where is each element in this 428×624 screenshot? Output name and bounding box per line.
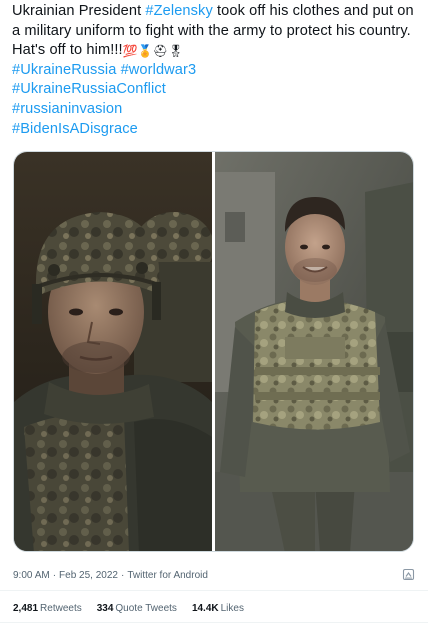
hashtag-link-ukrainerussiaconflict[interactable]: #UkraineRussiaConflict (12, 80, 420, 100)
tweet-source[interactable]: Twitter for Android (127, 570, 208, 581)
photo-zelensky-body-armor-image (214, 152, 413, 551)
photo-zelensky-helmet[interactable] (14, 152, 213, 551)
stat-count: 2,481 (13, 602, 39, 614)
hashtag-link-russianinvasion[interactable]: #russianinvasion (12, 100, 420, 120)
tweet-text: Ukrainian President #Zelensky took off h… (12, 2, 420, 139)
tweet-date[interactable]: Feb 25, 2022 (59, 570, 118, 581)
divider (0, 590, 428, 591)
medal-icon: 🏅 (137, 44, 153, 59)
report-icon[interactable] (402, 568, 415, 581)
photo-zelensky-body-armor[interactable] (214, 152, 413, 551)
stat-label: Likes (220, 602, 244, 614)
hashtag-list: #UkraineRussia #worldwar3 #UkraineRussia… (12, 61, 420, 139)
stat-count: 14.4K (191, 602, 219, 614)
tweet-text-start: Ukrainian President (12, 3, 146, 19)
tweet-stats: 2,481 Retweets 334 Quote Tweets 14.4K Likes (13, 600, 244, 616)
tweet-meta: 9:00 AM · Feb 25, 2022 · Twitter for And… (13, 566, 415, 584)
hashtag-link-ukrainerussia[interactable]: #UkraineRussia (12, 62, 116, 78)
tweet-time[interactable]: 9:00 AM (13, 570, 50, 581)
hundred-points-icon: 💯 (122, 44, 138, 59)
stat-count: 334 (96, 602, 114, 614)
meta-separator: · (52, 569, 57, 581)
stat-label: Retweets (40, 602, 82, 614)
stat-retweets[interactable]: 2,481 Retweets (13, 603, 82, 614)
photo-zelensky-helmet-image (14, 152, 213, 551)
stat-label: Quote Tweets (115, 602, 177, 614)
military-medal-icon: 🎖 (168, 44, 184, 59)
media-card (13, 151, 414, 552)
stat-quote-tweets[interactable]: 334 Quote Tweets (97, 603, 177, 614)
divider (0, 622, 428, 623)
hashtag-link-bidenisadisgrace[interactable]: #BidenIsADisgrace (12, 120, 420, 140)
military-helmet-icon: ⛑ (152, 44, 169, 59)
hashtag-link-zelensky[interactable]: #Zelensky (145, 3, 212, 19)
hashtag-line: #UkraineRussia #worldwar3 (12, 61, 420, 81)
hashtag-link-worldwar3[interactable]: #worldwar3 (121, 62, 197, 78)
meta-separator: · (120, 569, 125, 581)
stat-likes[interactable]: 14.4K Likes (192, 603, 244, 614)
